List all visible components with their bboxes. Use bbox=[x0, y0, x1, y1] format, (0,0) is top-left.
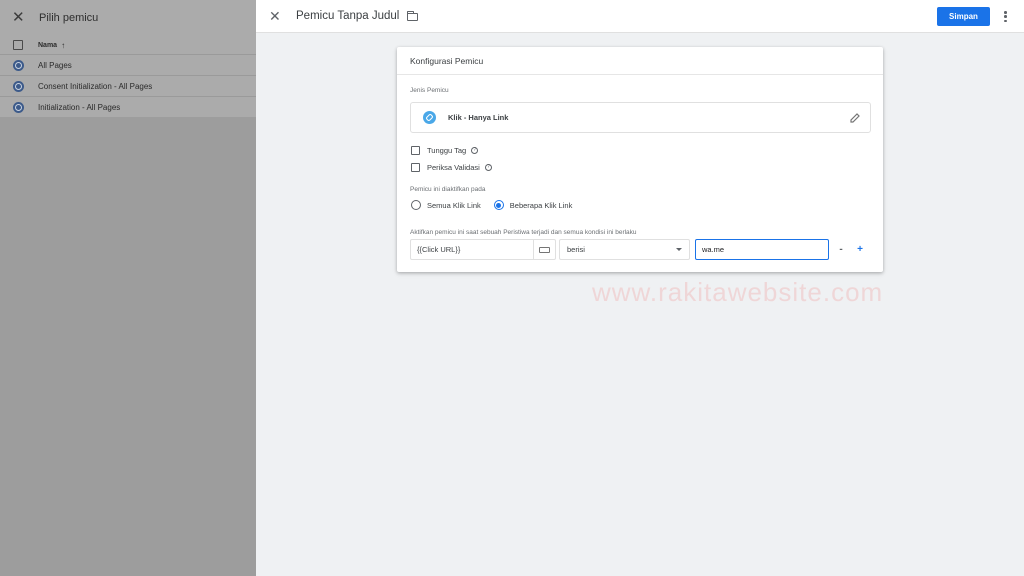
remove-condition-button[interactable]: - bbox=[834, 243, 848, 257]
trigger-name: Consent Initialization - All Pages bbox=[38, 81, 153, 91]
pageview-icon bbox=[13, 59, 24, 71]
trigger-name: All Pages bbox=[38, 60, 72, 70]
trigger-type-selector[interactable]: Klik - Hanya Link bbox=[410, 102, 871, 133]
condition-value-input[interactable] bbox=[695, 239, 829, 260]
trigger-title[interactable]: Pemicu Tanpa Judul bbox=[296, 10, 399, 22]
trigger-config-card: Konfigurasi Pemicu Jenis Pemicu Klik - H… bbox=[397, 47, 883, 272]
add-condition-button[interactable]: + bbox=[853, 243, 867, 257]
fires-on-label: Pemicu ini diaktifkan pada bbox=[410, 186, 486, 193]
check-validation-label: Periksa Validasi bbox=[427, 163, 480, 172]
folder-icon[interactable] bbox=[407, 11, 419, 21]
variable-value: {{Click URL}} bbox=[417, 245, 461, 254]
table-row[interactable]: All Pages bbox=[0, 54, 256, 75]
link-icon bbox=[423, 111, 436, 124]
trigger-name: Initialization - All Pages bbox=[38, 102, 121, 112]
radio-label: Semua Klik Link bbox=[427, 200, 481, 210]
help-icon[interactable]: ? bbox=[484, 164, 492, 171]
condition-label: Aktifkan pemicu ini saat sebuah Peristiw… bbox=[410, 229, 637, 236]
more-options-icon[interactable] bbox=[1004, 11, 1007, 22]
trigger-table: Nama ↑ All Pages Consent Initialization … bbox=[0, 36, 256, 117]
close-icon[interactable]: ✕ bbox=[269, 8, 283, 25]
fires-on-radio-group: Semua Klik Link Beberapa Klik Link bbox=[411, 200, 585, 210]
chevron-down-icon bbox=[676, 248, 682, 251]
variable-field[interactable]: {{Click URL}} bbox=[410, 239, 556, 260]
column-header-name[interactable]: Nama bbox=[38, 42, 57, 49]
check-validation-checkbox[interactable] bbox=[411, 163, 420, 172]
card-title: Konfigurasi Pemicu bbox=[397, 47, 883, 75]
trigger-type-value: Klik - Hanya Link bbox=[448, 113, 509, 122]
save-button[interactable]: Simpan bbox=[937, 7, 990, 26]
wait-tags-checkbox[interactable] bbox=[411, 146, 420, 155]
operator-select[interactable]: berisi bbox=[559, 239, 690, 260]
close-icon[interactable]: ✕ bbox=[12, 10, 26, 25]
table-row[interactable]: Initialization - All Pages bbox=[0, 96, 256, 117]
editor-topbar: ✕ Pemicu Tanpa Judul Simpan bbox=[256, 0, 1024, 33]
trigger-picker-title: Pilih pemicu bbox=[39, 12, 99, 24]
trigger-picker-panel: ✕ Pilih pemicu Nama ↑ All Pages Consent … bbox=[0, 0, 256, 576]
table-row[interactable]: Consent Initialization - All Pages bbox=[0, 75, 256, 96]
edit-icon[interactable] bbox=[850, 113, 860, 123]
trigger-type-label: Jenis Pemicu bbox=[410, 87, 449, 94]
table-header: Nama ↑ bbox=[0, 36, 256, 54]
help-icon[interactable]: ? bbox=[471, 147, 479, 154]
radio-button-selected[interactable] bbox=[493, 200, 504, 210]
watermark: www.rakitawebsite.com bbox=[592, 277, 884, 307]
power-icon bbox=[13, 101, 24, 113]
operator-value: berisi bbox=[567, 245, 585, 254]
radio-button[interactable] bbox=[411, 200, 421, 210]
radio-label: Beberapa Klik Link bbox=[509, 200, 573, 210]
condition-row: {{Click URL}} berisi - + bbox=[410, 239, 867, 260]
wait-tags-option[interactable]: Tunggu Tag ? bbox=[411, 146, 479, 155]
consent-icon bbox=[13, 80, 24, 92]
check-validation-option[interactable]: Periksa Validasi ? bbox=[411, 163, 492, 172]
trigger-picker-header: ✕ Pilih pemicu bbox=[0, 0, 256, 36]
trigger-editor: ✕ Pemicu Tanpa Judul Simpan Konfigurasi … bbox=[256, 0, 1024, 576]
radio-some-link-clicks[interactable]: Beberapa Klik Link bbox=[493, 200, 573, 210]
wait-tags-label: Tunggu Tag bbox=[427, 146, 467, 155]
variable-picker-icon[interactable] bbox=[533, 240, 555, 259]
select-all-checkbox[interactable] bbox=[13, 40, 23, 50]
sort-arrow-icon: ↑ bbox=[61, 40, 66, 50]
radio-all-link-clicks[interactable]: Semua Klik Link bbox=[411, 200, 481, 210]
